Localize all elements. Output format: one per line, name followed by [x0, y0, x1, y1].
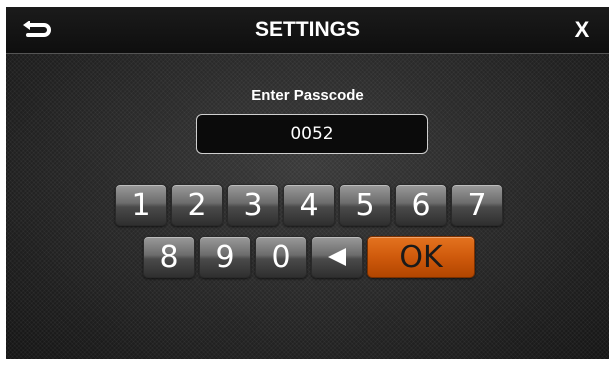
ok-button[interactable]: OK	[367, 236, 475, 278]
passcode-field[interactable]: 0052	[196, 114, 428, 154]
backspace-button[interactable]	[311, 236, 363, 278]
header-bar: SETTINGS X	[6, 7, 609, 54]
key-5[interactable]: 5	[339, 184, 391, 226]
key-7[interactable]: 7	[451, 184, 503, 226]
key-6[interactable]: 6	[395, 184, 447, 226]
passcode-prompt: Enter Passcode	[251, 87, 364, 104]
key-3[interactable]: 3	[227, 184, 279, 226]
page-title: SETTINGS	[254, 18, 360, 41]
key-1[interactable]: 1	[115, 184, 167, 226]
close-button[interactable]: X	[567, 15, 597, 45]
key-4[interactable]: 4	[283, 184, 335, 226]
settings-screen: SETTINGS X Enter Passcode 0052 1 2 3 4 5…	[6, 7, 609, 359]
key-8[interactable]: 8	[143, 236, 195, 278]
backspace-triangle-icon	[328, 248, 346, 266]
key-9[interactable]: 9	[199, 236, 251, 278]
key-0[interactable]: 0	[255, 236, 307, 278]
key-2[interactable]: 2	[171, 184, 223, 226]
